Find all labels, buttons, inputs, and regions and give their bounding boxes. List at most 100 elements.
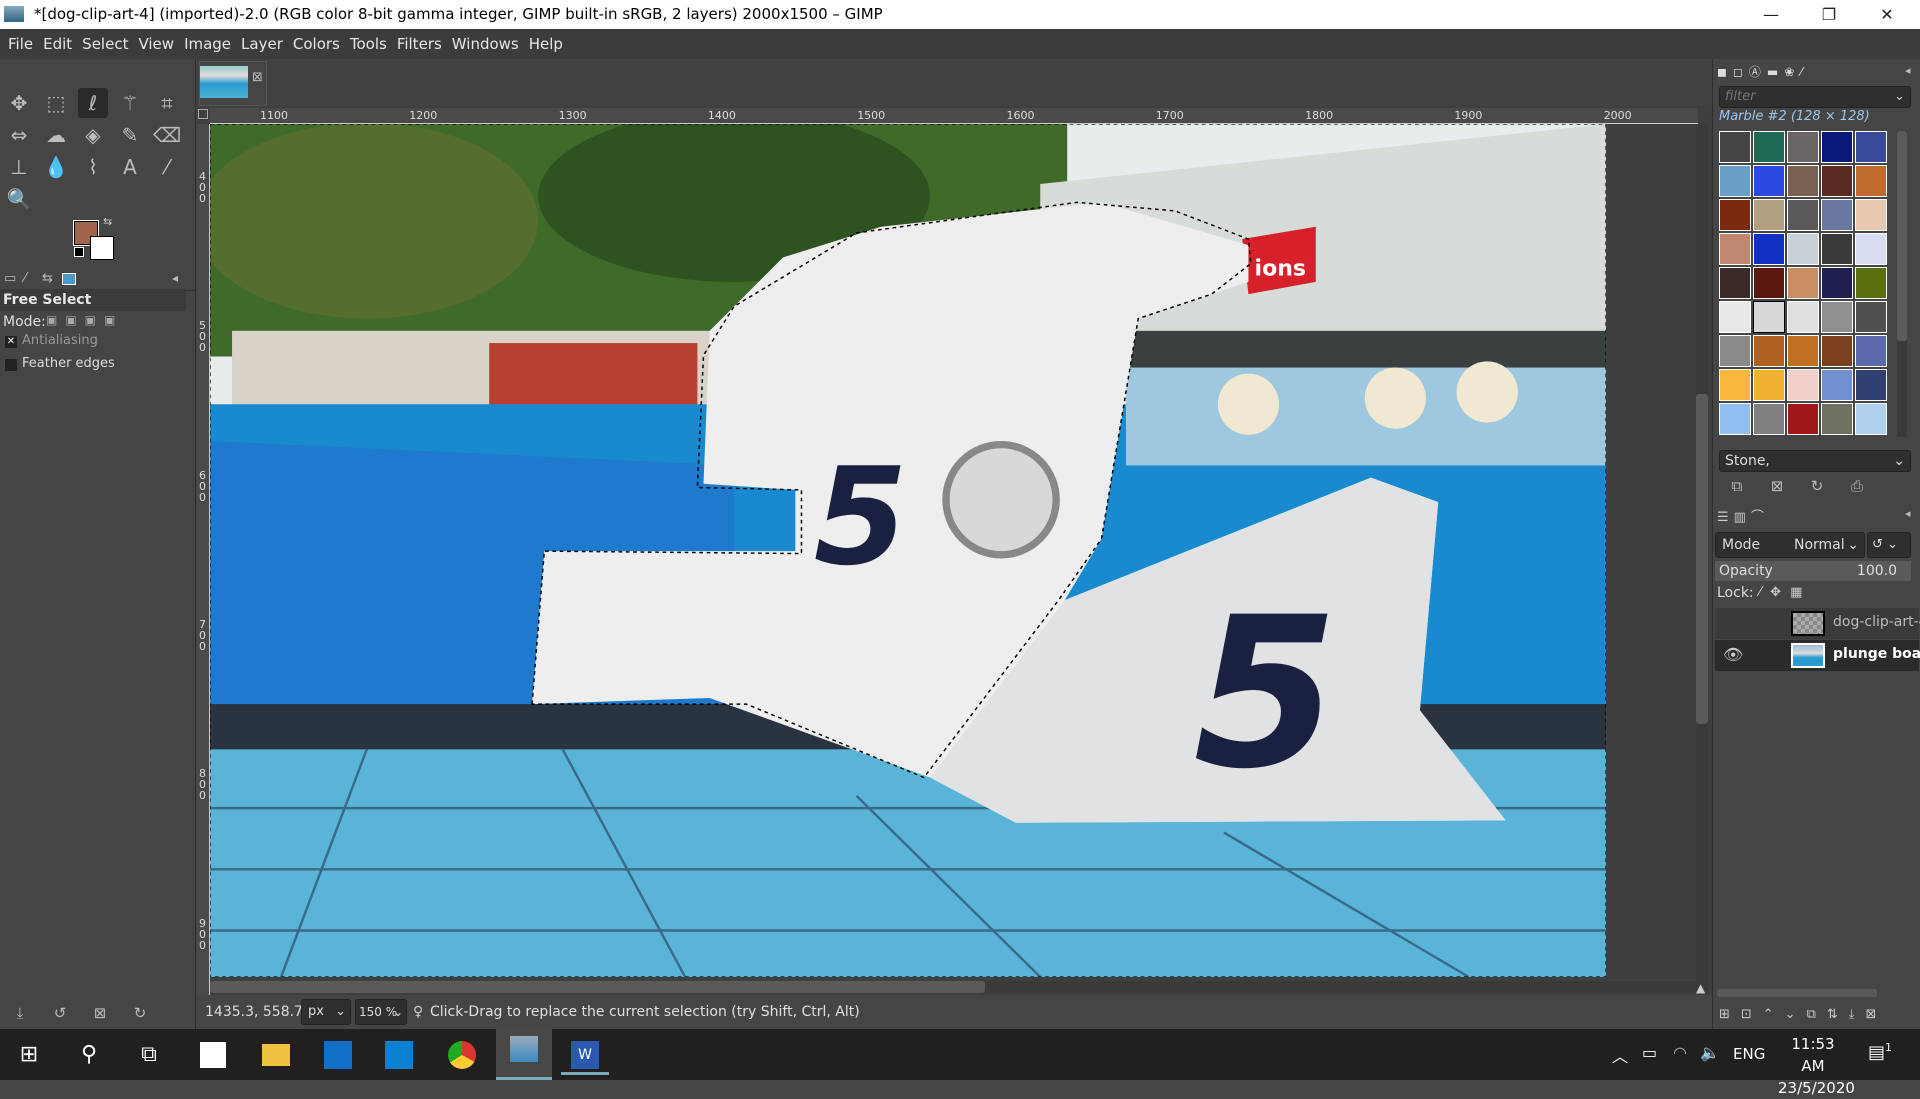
pattern-swatch[interactable] [1821, 165, 1853, 197]
language-indicator[interactable]: ENG [1733, 1045, 1765, 1063]
gimp-taskbar-icon[interactable] [496, 1029, 552, 1080]
reset-options-icon[interactable]: ↻ [120, 1004, 160, 1022]
pattern-swatch[interactable] [1787, 403, 1819, 435]
pattern-swatch[interactable] [1855, 403, 1887, 435]
search-button[interactable]: ⚲ [65, 1035, 113, 1075]
pattern-filter-input[interactable]: filter ⌄ [1719, 86, 1911, 108]
pattern-swatch[interactable] [1753, 301, 1785, 333]
pattern-swatch[interactable] [1821, 369, 1853, 401]
pattern-swatch[interactable] [1719, 165, 1751, 197]
layer-mode-dropdown[interactable]: Mode Normal ⌄ [1715, 532, 1865, 558]
menu-windows[interactable]: Windows [452, 35, 519, 53]
pattern-swatch[interactable] [1787, 301, 1819, 333]
pattern-swatch[interactable] [1753, 165, 1785, 197]
feather-edges-checkbox[interactable] [5, 359, 17, 371]
close-button[interactable]: ✕ [1859, 0, 1915, 29]
tool-options-tab-icon[interactable]: ▭ [4, 271, 16, 286]
pattern-scrollbar[interactable] [1897, 131, 1907, 437]
chrome-icon[interactable] [438, 1035, 486, 1075]
pattern-swatch[interactable] [1719, 369, 1751, 401]
layers-dock-tabs[interactable]: ☰▥⌒ [1717, 506, 1769, 525]
menu-view[interactable]: View [138, 35, 174, 53]
battery-icon[interactable]: ▭ [1642, 1043, 1657, 1062]
minimize-button[interactable]: — [1743, 0, 1799, 29]
smudge-tool[interactable]: 💧 [41, 152, 71, 182]
outlook-icon[interactable] [314, 1035, 362, 1075]
pattern-swatch[interactable] [1821, 301, 1853, 333]
pattern-swatch[interactable] [1787, 199, 1819, 231]
transform-tool[interactable]: ⇔ [4, 120, 34, 150]
menu-filters[interactable]: Filters [397, 35, 442, 53]
menu-layer[interactable]: Layer [241, 35, 283, 53]
antialiasing-checkbox[interactable]: ✕ [5, 336, 17, 348]
vertical-scrollbar[interactable] [1696, 124, 1708, 1040]
store-icon[interactable] [189, 1035, 237, 1075]
clone-tool[interactable]: ⊥ [4, 152, 34, 182]
background-color-swatch[interactable] [90, 236, 114, 260]
maximize-button[interactable]: ❐ [1801, 0, 1857, 29]
pattern-swatch[interactable] [1753, 267, 1785, 299]
pattern-swatch[interactable] [1753, 199, 1785, 231]
lock-buttons[interactable]: ⁄✥▦ [1759, 585, 1811, 600]
pattern-swatch[interactable] [1855, 131, 1887, 163]
pattern-swatch[interactable] [1855, 369, 1887, 401]
eraser-tool[interactable]: ⌫ [152, 120, 182, 150]
navigate-icon[interactable]: ▲ [1696, 981, 1705, 995]
pattern-swatch[interactable] [1753, 335, 1785, 367]
menu-edit[interactable]: Edit [43, 35, 72, 53]
pattern-grid[interactable] [1719, 131, 1891, 437]
image-tab[interactable]: ⊠ [199, 61, 267, 106]
move-tool[interactable]: ✥ [4, 88, 34, 118]
composite-mode-dropdown[interactable]: ↺ ⌄ [1867, 532, 1911, 558]
close-image-tab-icon[interactable]: ⊠ [252, 70, 263, 85]
pattern-swatch[interactable] [1787, 131, 1819, 163]
pattern-swatch[interactable] [1821, 403, 1853, 435]
pattern-tag-dropdown[interactable]: Stone, ⌄ [1719, 450, 1911, 472]
zoom-tool[interactable]: 🔍 [4, 184, 34, 214]
pattern-swatch[interactable] [1855, 199, 1887, 231]
pattern-swatch[interactable] [1719, 199, 1751, 231]
pattern-swatch[interactable] [1787, 233, 1819, 265]
refresh-patterns-icon[interactable]: ↻ [1797, 477, 1837, 495]
notifications-icon[interactable]: ▤1 [1868, 1041, 1892, 1063]
wifi-icon[interactable]: ◠ [1673, 1043, 1687, 1062]
images-tab-icon[interactable] [62, 273, 76, 285]
volume-icon[interactable]: 🔈 [1700, 1043, 1720, 1062]
pattern-swatch[interactable] [1787, 335, 1819, 367]
delete-options-icon[interactable]: ⊠ [80, 1004, 120, 1022]
visibility-eye-icon[interactable]: 👁 [1723, 645, 1743, 664]
layer-row[interactable]: 👁 plunge boar [1715, 640, 1920, 671]
pattern-swatch[interactable] [1855, 233, 1887, 265]
configure-tab-icon[interactable]: ◂ [172, 271, 178, 285]
pattern-swatch[interactable] [1821, 335, 1853, 367]
selection-mode-buttons[interactable]: ▣▣▣▣ [46, 313, 123, 327]
paintbrush-tool[interactable]: ✎ [115, 120, 145, 150]
canvas[interactable]: ions 5 5 [195, 110, 1607, 979]
pattern-swatch[interactable] [1821, 267, 1853, 299]
pattern-swatch[interactable] [1787, 267, 1819, 299]
show-hidden-icons[interactable]: ︿ [1612, 1043, 1628, 1067]
device-status-tab-icon[interactable]: ⁄ [24, 271, 26, 286]
vertical-ruler[interactable]: 400 500 600 700 800 900 [197, 124, 210, 1040]
pattern-swatch[interactable] [1719, 301, 1751, 333]
file-explorer-icon[interactable] [252, 1035, 300, 1075]
pattern-swatch[interactable] [1719, 131, 1751, 163]
pattern-swatch[interactable] [1821, 131, 1853, 163]
pattern-swatch[interactable] [1719, 403, 1751, 435]
menu-image[interactable]: Image [184, 35, 231, 53]
clock[interactable]: 11:53 AM 23/5/2020 [1778, 1033, 1855, 1099]
pattern-swatch[interactable] [1855, 301, 1887, 333]
duplicate-pattern-icon[interactable]: ⧉ [1717, 477, 1757, 495]
warp-tool[interactable]: ☁ [41, 120, 71, 150]
pattern-swatch[interactable] [1753, 131, 1785, 163]
layer-row[interactable]: dog-clip-art-4 [1715, 608, 1920, 639]
layers-scrollbar[interactable] [1717, 989, 1877, 997]
menu-file[interactable]: File [8, 35, 33, 53]
menu-tools[interactable]: Tools [350, 35, 387, 53]
swap-colors-icon[interactable]: ⇆ [103, 215, 112, 228]
pattern-swatch[interactable] [1719, 335, 1751, 367]
color-picker-tool[interactable]: ⁄ [152, 152, 182, 182]
save-options-icon[interactable]: ⤓ [0, 1004, 40, 1022]
pattern-swatch[interactable] [1753, 233, 1785, 265]
opacity-slider[interactable]: Opacity 100.0 [1715, 561, 1911, 581]
